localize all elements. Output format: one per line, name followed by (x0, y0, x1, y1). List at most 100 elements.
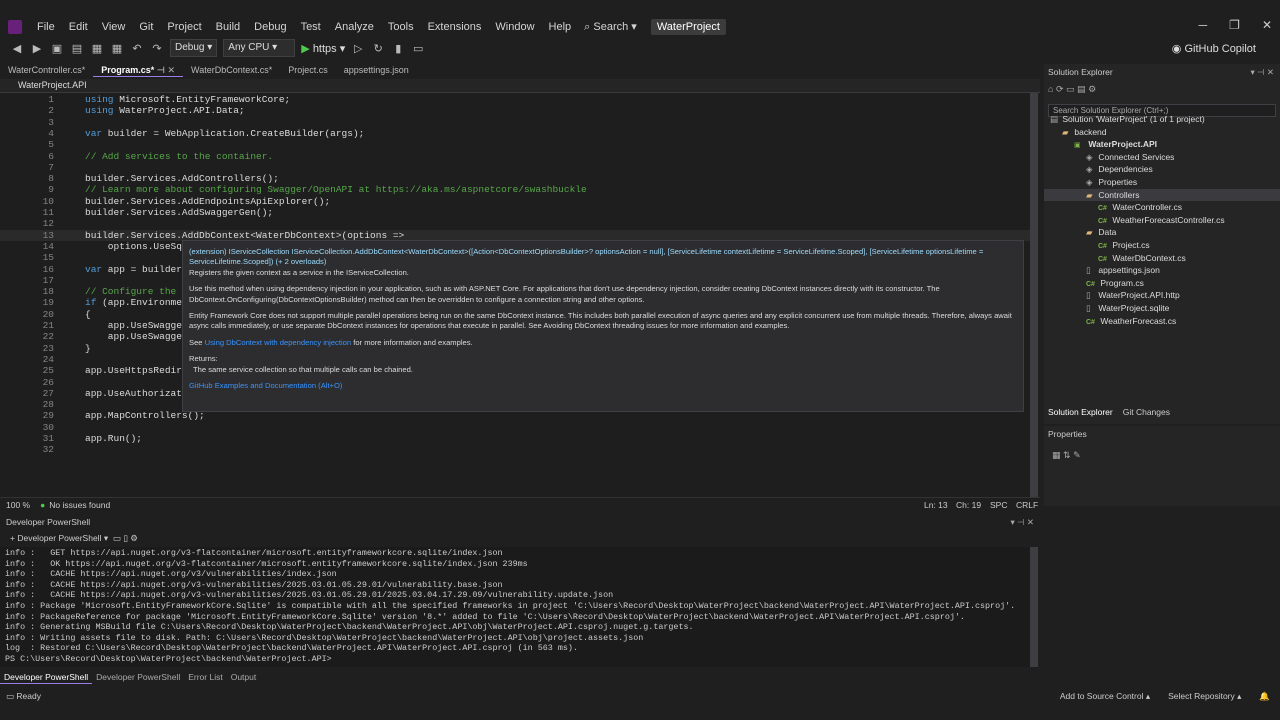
platform-select[interactable]: Any CPU ▾ (223, 39, 296, 57)
minimize-icon[interactable]: ─ (1199, 18, 1208, 32)
new-terminal-icon[interactable]: + (10, 533, 15, 543)
tab-error-list[interactable]: Error List (184, 670, 226, 684)
solution-tree-item[interactable]: ▤ Solution 'WaterProject' (1 of 1 projec… (1050, 113, 1205, 126)
menu-window[interactable]: Window (488, 21, 541, 33)
solution-tree-item[interactable]: C# WeatherForecastController.cs (1098, 214, 1225, 229)
notifications-icon[interactable]: 🔔 (1259, 691, 1270, 702)
code-line[interactable]: 12 (0, 218, 1030, 229)
refresh-icon[interactable]: ↻ (371, 41, 385, 55)
collapse-icon[interactable]: ▭ (1066, 84, 1075, 94)
menu-extensions[interactable]: Extensions (421, 21, 489, 33)
save-all-icon[interactable]: ▦ (110, 41, 124, 55)
menu-file[interactable]: File (30, 21, 62, 33)
code-line[interactable]: 6 // Add services to the container. (0, 151, 1030, 162)
menu-edit[interactable]: Edit (62, 21, 95, 33)
code-line[interactable]: 7 (0, 162, 1030, 173)
tab-solution-explorer[interactable]: Solution Explorer (1048, 407, 1113, 421)
solution-tree-item[interactable]: ▰ Controllers (1044, 188, 1280, 202)
code-line[interactable]: 11 builder.Services.AddSwaggerGen(); (0, 207, 1030, 218)
copy-icon[interactable]: ▭ (113, 533, 121, 544)
settings-icon[interactable]: ⚙ (1088, 84, 1096, 94)
code-line[interactable]: 8 builder.Services.AddControllers(); (0, 173, 1030, 184)
solution-tree-item[interactable]: ▯ WaterProject.sqlite (1086, 302, 1169, 315)
tab-output[interactable]: Output (227, 670, 261, 684)
solution-tree-item[interactable]: ▰ backend (1062, 126, 1107, 139)
configuration-select[interactable]: Debug ▾ (170, 39, 218, 57)
code-line[interactable]: 31 app.Run(); (0, 433, 1030, 444)
code-line[interactable]: 10 builder.Services.AddEndpointsApiExplor… (0, 196, 1030, 207)
issues-status[interactable]: No issues found (49, 500, 110, 510)
menu-git[interactable]: Git (132, 21, 160, 33)
back-icon[interactable]: ◀ (10, 41, 24, 55)
settings-icon[interactable]: ⚙ (130, 533, 138, 544)
tab-project[interactable]: Project.cs (280, 63, 336, 77)
menu-test[interactable]: Test (294, 21, 328, 33)
save-icon[interactable]: ▦ (90, 41, 104, 55)
menu-project[interactable]: Project (160, 21, 208, 33)
comment-icon[interactable]: ▭ (411, 41, 425, 55)
add-to-source-control[interactable]: Add to Source Control ▴ (1060, 691, 1150, 702)
menu-debug[interactable]: Debug (247, 21, 293, 33)
tooltip-github-link[interactable]: GitHub Examples and Documentation (Alt+O… (189, 381, 1017, 391)
code-line[interactable]: 1 using Microsoft.EntityFrameworkCore; (0, 94, 1030, 105)
editor-scrollbar[interactable] (1030, 93, 1038, 497)
solution-tree-item[interactable]: ▯ appsettings.json (1086, 264, 1160, 277)
select-repository[interactable]: Select Repository ▴ (1168, 691, 1241, 702)
tab-program[interactable]: Program.cs* ⊣ ✕ (93, 63, 184, 77)
menu-tools[interactable]: Tools (381, 21, 421, 33)
start-without-debug-icon[interactable]: ▷ (351, 41, 365, 55)
home-icon[interactable]: ⌂ (1048, 84, 1053, 94)
alphabetical-icon[interactable]: ⇅ (1063, 450, 1071, 460)
bookmark-icon[interactable]: ▮ (391, 41, 405, 55)
indent-mode[interactable]: SPC (990, 500, 1007, 510)
project-name-badge[interactable]: WaterProject (650, 18, 726, 35)
tab-developer-powershell-2[interactable]: Developer PowerShell (92, 670, 184, 684)
search-menu[interactable]: ⌕ Search ▾ (584, 20, 637, 34)
tab-watercontroller[interactable]: WaterController.cs* (0, 63, 93, 77)
solution-tree-item[interactable]: ◈ Connected Services (1086, 151, 1174, 164)
panel-options-icon[interactable]: ▾ ⊣ ✕ (1250, 67, 1274, 78)
terminal-window-icons[interactable]: ▾ ⊣ ✕ (1010, 517, 1034, 528)
categorized-icon[interactable]: ▦ (1052, 450, 1061, 460)
tab-waterdbcontext[interactable]: WaterDbContext.cs* (183, 63, 280, 77)
code-line[interactable]: 2 using WaterProject.API.Data; (0, 105, 1030, 116)
code-line[interactable]: 29 app.MapControllers(); (0, 410, 1030, 421)
code-line[interactable]: 32 (0, 444, 1030, 455)
terminal-output[interactable]: info : GET https://api.nuget.org/v3-flat… (0, 547, 1030, 667)
menu-help[interactable]: Help (542, 21, 579, 33)
open-icon[interactable]: ▤ (70, 41, 84, 55)
menu-build[interactable]: Build (209, 21, 247, 33)
navigation-bar[interactable]: WaterProject.API (0, 79, 1040, 93)
undo-icon[interactable]: ↶ (130, 41, 144, 55)
code-line[interactable]: 3 (0, 117, 1030, 128)
tab-appsettings[interactable]: appsettings.json (336, 63, 417, 77)
close-icon[interactable]: ✕ (1262, 18, 1272, 32)
forward-icon[interactable]: ▶ (30, 41, 44, 55)
tooltip-see-link[interactable]: Using DbContext with dependency injectio… (205, 338, 351, 347)
redo-icon[interactable]: ↷ (150, 41, 164, 55)
tab-git-changes[interactable]: Git Changes (1123, 407, 1170, 421)
restore-icon[interactable]: ❐ (1229, 18, 1240, 32)
menu-view[interactable]: View (95, 21, 133, 33)
show-all-icon[interactable]: ▤ (1077, 84, 1086, 94)
menu-analyze[interactable]: Analyze (328, 21, 381, 33)
project-dropdown[interactable]: WaterProject.API (18, 80, 87, 90)
run-button[interactable]: ▶ https ▾ (301, 42, 345, 55)
code-line[interactable]: 5 (0, 139, 1030, 150)
code-line[interactable]: 4 var builder = WebApplication.CreateBuil… (0, 128, 1030, 139)
solution-tree-item[interactable]: ▯ WaterProject.API.http (1086, 289, 1180, 302)
solution-tree-item[interactable]: ◈ Properties (1086, 176, 1137, 189)
terminal-profile[interactable]: Developer PowerShell (17, 533, 101, 543)
tab-developer-powershell-1[interactable]: Developer PowerShell (0, 670, 93, 684)
github-copilot-button[interactable]: ◉ GitHub Copilot (1172, 42, 1256, 55)
new-item-icon[interactable]: ▣ (50, 41, 64, 55)
code-line[interactable]: 9 // Learn more about configuring Swagger… (0, 184, 1030, 195)
delete-icon[interactable]: ▯ (123, 533, 128, 544)
solution-tree-item[interactable]: ▰ Data (1086, 226, 1116, 239)
sync-icon[interactable]: ⟳ (1056, 84, 1064, 94)
property-pages-icon[interactable]: ✎ (1073, 450, 1081, 460)
zoom-level[interactable]: 100 % (6, 500, 30, 510)
solution-tree-item[interactable]: ◈ Dependencies (1086, 163, 1153, 176)
terminal-scrollbar[interactable] (1030, 547, 1038, 667)
code-line[interactable]: 30 (0, 422, 1030, 433)
